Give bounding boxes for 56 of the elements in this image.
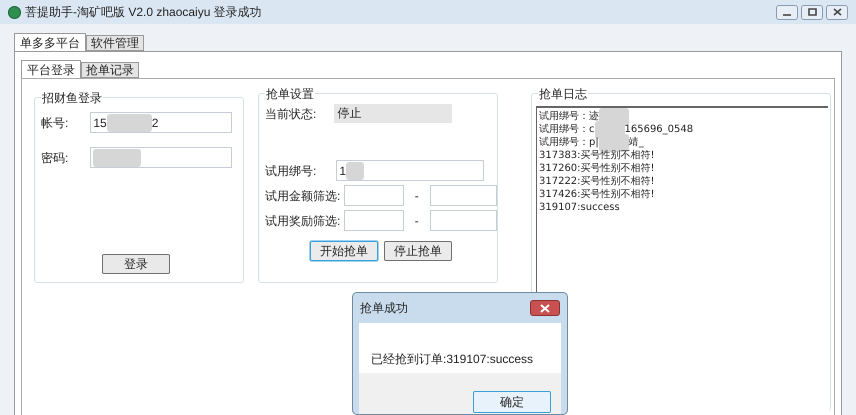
ok-button[interactable]: 确定 bbox=[473, 391, 551, 413]
input-field[interactable] bbox=[430, 185, 497, 206]
tab[interactable]: 单多多平台 bbox=[14, 33, 86, 51]
blurred-area bbox=[346, 162, 364, 180]
field-value: 2 bbox=[152, 114, 158, 132]
close-icon bbox=[832, 8, 842, 16]
input-field[interactable] bbox=[90, 147, 232, 168]
action-button[interactable]: 停止抢单 bbox=[384, 241, 452, 261]
log-line: 317383:买号性别不相符! bbox=[539, 149, 655, 162]
dialog-title: 抢单成功 bbox=[360, 300, 408, 317]
log-line: 靖_ bbox=[628, 136, 644, 149]
tab[interactable]: 软件管理 bbox=[86, 35, 144, 51]
field-label: 密码: bbox=[41, 150, 68, 166]
input-field[interactable] bbox=[344, 185, 404, 206]
group-title: 抢单日志 bbox=[538, 85, 588, 103]
close-icon bbox=[540, 304, 550, 312]
range-separator: - bbox=[414, 188, 420, 204]
input-field[interactable] bbox=[344, 210, 404, 231]
field-label: 试用奖励筛选: bbox=[265, 212, 342, 230]
input-field[interactable]: 15 2 bbox=[90, 112, 232, 133]
range-separator: - bbox=[414, 212, 420, 230]
blurred-area bbox=[598, 134, 629, 152]
log-line: 317426:买号性别不相符! bbox=[539, 188, 655, 201]
field-value: 15 bbox=[93, 114, 107, 132]
log-line: 319107:success bbox=[539, 201, 620, 214]
close-button[interactable] bbox=[826, 4, 848, 20]
minimize-button[interactable] bbox=[776, 4, 798, 20]
tab[interactable]: 抢单记录 bbox=[81, 62, 139, 78]
log-line: 试用绑号：p| bbox=[539, 136, 599, 149]
log-line: 试用绑号：迹 bbox=[539, 110, 599, 123]
minimize-icon bbox=[783, 14, 791, 16]
log-line: 317260:买号性别不相符! bbox=[539, 162, 655, 175]
maximize-button[interactable] bbox=[801, 4, 823, 20]
group-title: 抢单设置 bbox=[265, 85, 315, 103]
blurred-area bbox=[93, 148, 142, 166]
dialog-message: 已经抢到订单:319107:success bbox=[371, 352, 534, 366]
field-label: 试用金额筛选: bbox=[265, 188, 342, 204]
window-title: 菩提助手-淘矿吧版 V2.0 zhaocaiyu 登录成功 bbox=[25, 4, 262, 21]
field-label: 试用绑号: bbox=[265, 162, 316, 180]
field-label: 当前状态: bbox=[265, 106, 316, 122]
field-label: 帐号: bbox=[41, 114, 68, 132]
input-field[interactable]: 1 bbox=[336, 160, 484, 181]
close-button[interactable] bbox=[530, 300, 560, 316]
status-display: 停止 bbox=[334, 104, 452, 123]
action-button[interactable]: 开始抢单 bbox=[310, 241, 378, 261]
input-field[interactable] bbox=[430, 210, 497, 231]
maximize-icon bbox=[808, 8, 816, 16]
log-line: 试用绑号：c bbox=[539, 123, 594, 136]
log-line: 317222:买号性别不相符! bbox=[539, 175, 655, 188]
group-title: 招财鱼登录 bbox=[41, 89, 103, 107]
tab[interactable]: 平台登录 bbox=[21, 60, 81, 78]
blurred-area bbox=[106, 114, 152, 132]
app-icon bbox=[8, 6, 21, 18]
field-value: 1 bbox=[339, 162, 346, 180]
login-button[interactable]: 登录 bbox=[102, 254, 170, 274]
log-line: 165696_0548 bbox=[624, 123, 694, 136]
